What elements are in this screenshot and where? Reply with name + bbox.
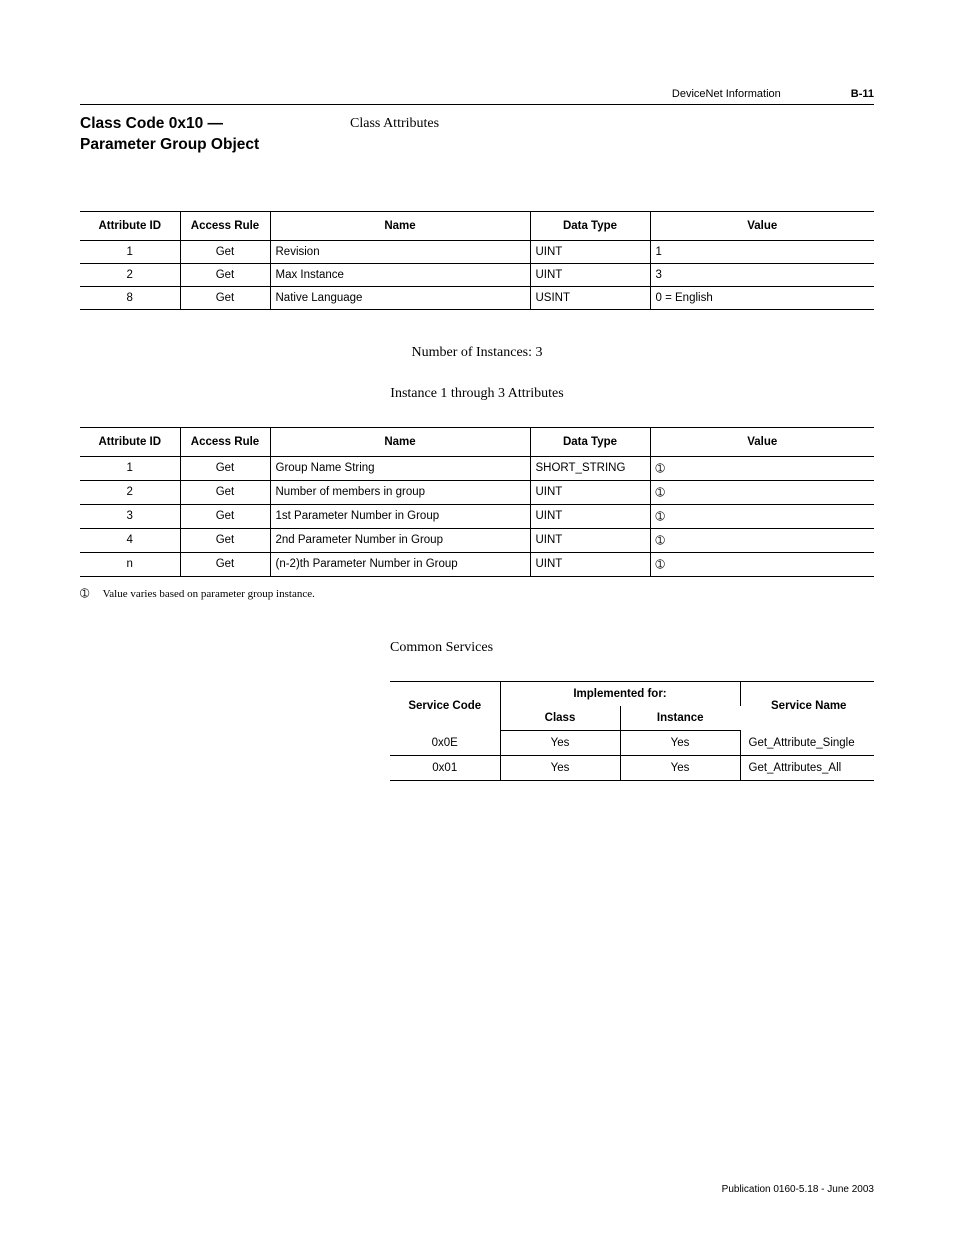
col-header-name: Name [270, 211, 530, 240]
cell-name: Group Name String [270, 456, 530, 480]
page-header: DeviceNet Information B-11 [672, 88, 874, 100]
table-row: 2 Get Number of members in group UINT ➀ [80, 480, 874, 504]
cell-name: Revision [270, 240, 530, 263]
footnote-symbol: ➀ [80, 587, 100, 600]
cell-value: ➀ [650, 504, 874, 528]
cell-name: 1st Parameter Number in Group [270, 504, 530, 528]
table-row: 4 Get 2nd Parameter Number in Group UINT… [80, 528, 874, 552]
publication-footer: Publication 0160-5.18 - June 2003 [722, 1184, 874, 1195]
section-title-line2: Parameter Group Object [80, 135, 350, 156]
cell-attrid: 3 [80, 504, 180, 528]
cell-value: ➀ [650, 456, 874, 480]
cell-value: ➀ [650, 528, 874, 552]
cell-access: Get [180, 504, 270, 528]
cell-datatype: USINT [530, 286, 650, 309]
cell-value: ➀ [650, 552, 874, 576]
cell-name: Max Instance [270, 263, 530, 286]
col-header-datatype: Data Type [530, 211, 650, 240]
page-number: B-11 [851, 88, 874, 100]
cell-access: Get [180, 263, 270, 286]
section-subtitle: Class Attributes [350, 114, 874, 156]
doc-title: DeviceNet Information [672, 88, 781, 100]
cell-name: Native Language [270, 286, 530, 309]
cell-datatype: UINT [530, 263, 650, 286]
instance-attributes-table: Attribute ID Access Rule Name Data Type … [80, 427, 874, 577]
cell-value: 0 = English [650, 286, 874, 309]
common-services-table: Service Code Implemented for: Service Na… [390, 681, 874, 781]
cell-value: ➀ [650, 480, 874, 504]
cell-attrid: 2 [80, 263, 180, 286]
col-header-access: Access Rule [180, 211, 270, 240]
cell-service-code: 0x0E [390, 730, 500, 755]
cell-service-name: Get_Attributes_All [740, 755, 874, 780]
cell-access: Get [180, 286, 270, 309]
cell-access: Get [180, 480, 270, 504]
title-row: Class Code 0x10 — Parameter Group Object… [80, 114, 874, 156]
cell-datatype: UINT [530, 552, 650, 576]
col-header-value: Value [650, 211, 874, 240]
footnote-text: Value varies based on parameter group in… [103, 588, 315, 600]
cell-attrid: 1 [80, 456, 180, 480]
cell-attrid: 8 [80, 286, 180, 309]
table-row: 0x0E Yes Yes Get_Attribute_Single [390, 730, 874, 755]
footnote: ➀ Value varies based on parameter group … [80, 587, 874, 600]
instance-attrs-label: Instance 1 through 3 Attributes [80, 386, 874, 402]
col-header-datatype: Data Type [530, 427, 650, 456]
cell-instance: Yes [620, 755, 740, 780]
table-row: 1 Get Revision UINT 1 [80, 240, 874, 263]
cell-service-code: 0x01 [390, 755, 500, 780]
cell-value: 1 [650, 240, 874, 263]
col-header-implemented-for: Implemented for: [500, 681, 740, 706]
col-header-service-code: Service Code [390, 681, 500, 730]
common-services-label: Common Services [390, 640, 874, 656]
header-rule [80, 104, 874, 105]
cell-access: Get [180, 528, 270, 552]
col-header-class: Class [500, 706, 620, 731]
class-attributes-table: Attribute ID Access Rule Name Data Type … [80, 211, 874, 310]
col-header-name: Name [270, 427, 530, 456]
section-title-line1: Class Code 0x10 — [80, 114, 350, 135]
cell-attrid: 2 [80, 480, 180, 504]
cell-datatype: UINT [530, 528, 650, 552]
col-header-value: Value [650, 427, 874, 456]
instances-count-label: Number of Instances: 3 [80, 345, 874, 361]
col-header-service-name: Service Name [740, 681, 874, 730]
cell-service-name: Get_Attribute_Single [740, 730, 874, 755]
cell-access: Get [180, 240, 270, 263]
cell-value: 3 [650, 263, 874, 286]
cell-access: Get [180, 552, 270, 576]
cell-datatype: UINT [530, 240, 650, 263]
cell-datatype: UINT [530, 480, 650, 504]
cell-instance: Yes [620, 730, 740, 755]
cell-datatype: UINT [530, 504, 650, 528]
table-row: 0x01 Yes Yes Get_Attributes_All [390, 755, 874, 780]
col-header-attrid: Attribute ID [80, 211, 180, 240]
table-row: 2 Get Max Instance UINT 3 [80, 263, 874, 286]
cell-class: Yes [500, 730, 620, 755]
cell-attrid: n [80, 552, 180, 576]
col-header-instance: Instance [620, 706, 740, 731]
table-row: n Get (n-2)th Parameter Number in Group … [80, 552, 874, 576]
cell-name: Number of members in group [270, 480, 530, 504]
cell-datatype: SHORT_STRING [530, 456, 650, 480]
table-row: 1 Get Group Name String SHORT_STRING ➀ [80, 456, 874, 480]
cell-attrid: 4 [80, 528, 180, 552]
cell-name: (n-2)th Parameter Number in Group [270, 552, 530, 576]
table-row: 8 Get Native Language USINT 0 = English [80, 286, 874, 309]
section-title: Class Code 0x10 — Parameter Group Object [80, 114, 350, 156]
cell-access: Get [180, 456, 270, 480]
cell-class: Yes [500, 755, 620, 780]
col-header-attrid: Attribute ID [80, 427, 180, 456]
cell-attrid: 1 [80, 240, 180, 263]
table-row: 3 Get 1st Parameter Number in Group UINT… [80, 504, 874, 528]
cell-name: 2nd Parameter Number in Group [270, 528, 530, 552]
col-header-access: Access Rule [180, 427, 270, 456]
